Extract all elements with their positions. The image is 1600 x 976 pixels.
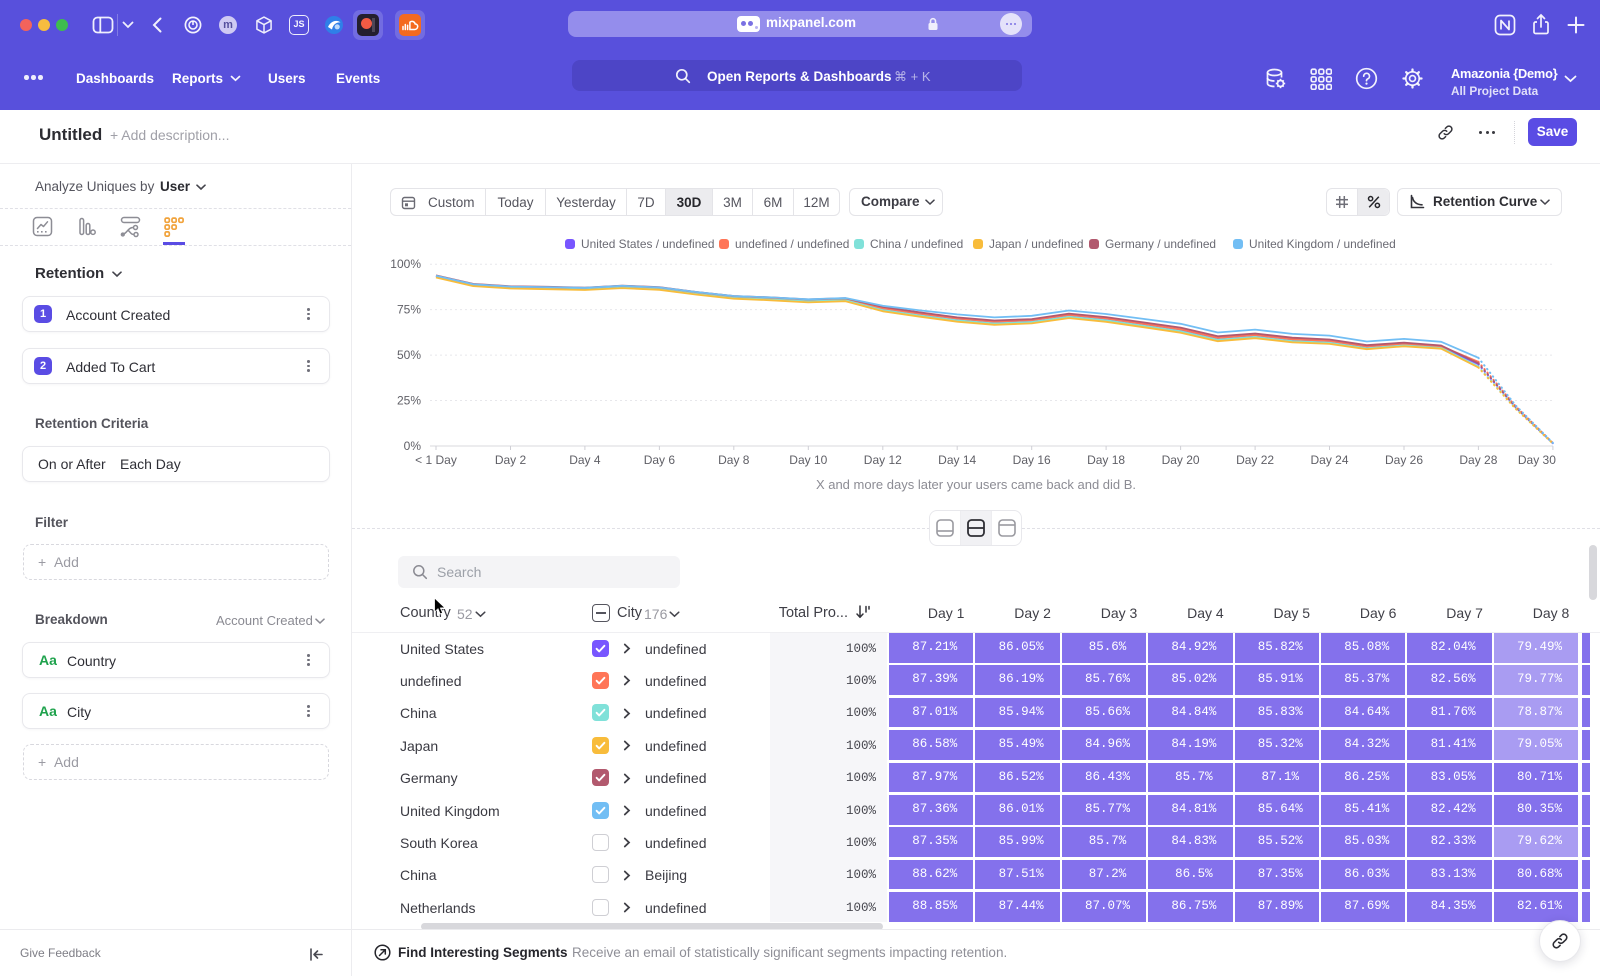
svg-text:Day 26: Day 26 <box>1385 453 1423 467</box>
svg-text:Day 14: Day 14 <box>938 453 976 467</box>
svg-text:25%: 25% <box>397 394 421 408</box>
svg-text:Day 20: Day 20 <box>1162 453 1200 467</box>
svg-text:50%: 50% <box>397 348 421 362</box>
svg-text:Day 28: Day 28 <box>1459 453 1497 467</box>
svg-text:Day 8: Day 8 <box>718 453 750 467</box>
svg-text:100%: 100% <box>390 257 421 271</box>
svg-text:Day 30: Day 30 <box>1518 453 1556 467</box>
svg-text:Day 2: Day 2 <box>495 453 527 467</box>
svg-text:0%: 0% <box>404 439 422 453</box>
svg-text:Day 12: Day 12 <box>864 453 902 467</box>
svg-text:Day 22: Day 22 <box>1236 453 1274 467</box>
svg-text:Day 6: Day 6 <box>644 453 676 467</box>
svg-text:Day 24: Day 24 <box>1310 453 1348 467</box>
svg-text:Day 4: Day 4 <box>569 453 601 467</box>
svg-text:Day 18: Day 18 <box>1087 453 1125 467</box>
svg-text:< 1 Day: < 1 Day <box>415 453 457 467</box>
svg-text:Day 16: Day 16 <box>1013 453 1051 467</box>
svg-text:Day 10: Day 10 <box>789 453 827 467</box>
svg-text:75%: 75% <box>397 303 421 317</box>
